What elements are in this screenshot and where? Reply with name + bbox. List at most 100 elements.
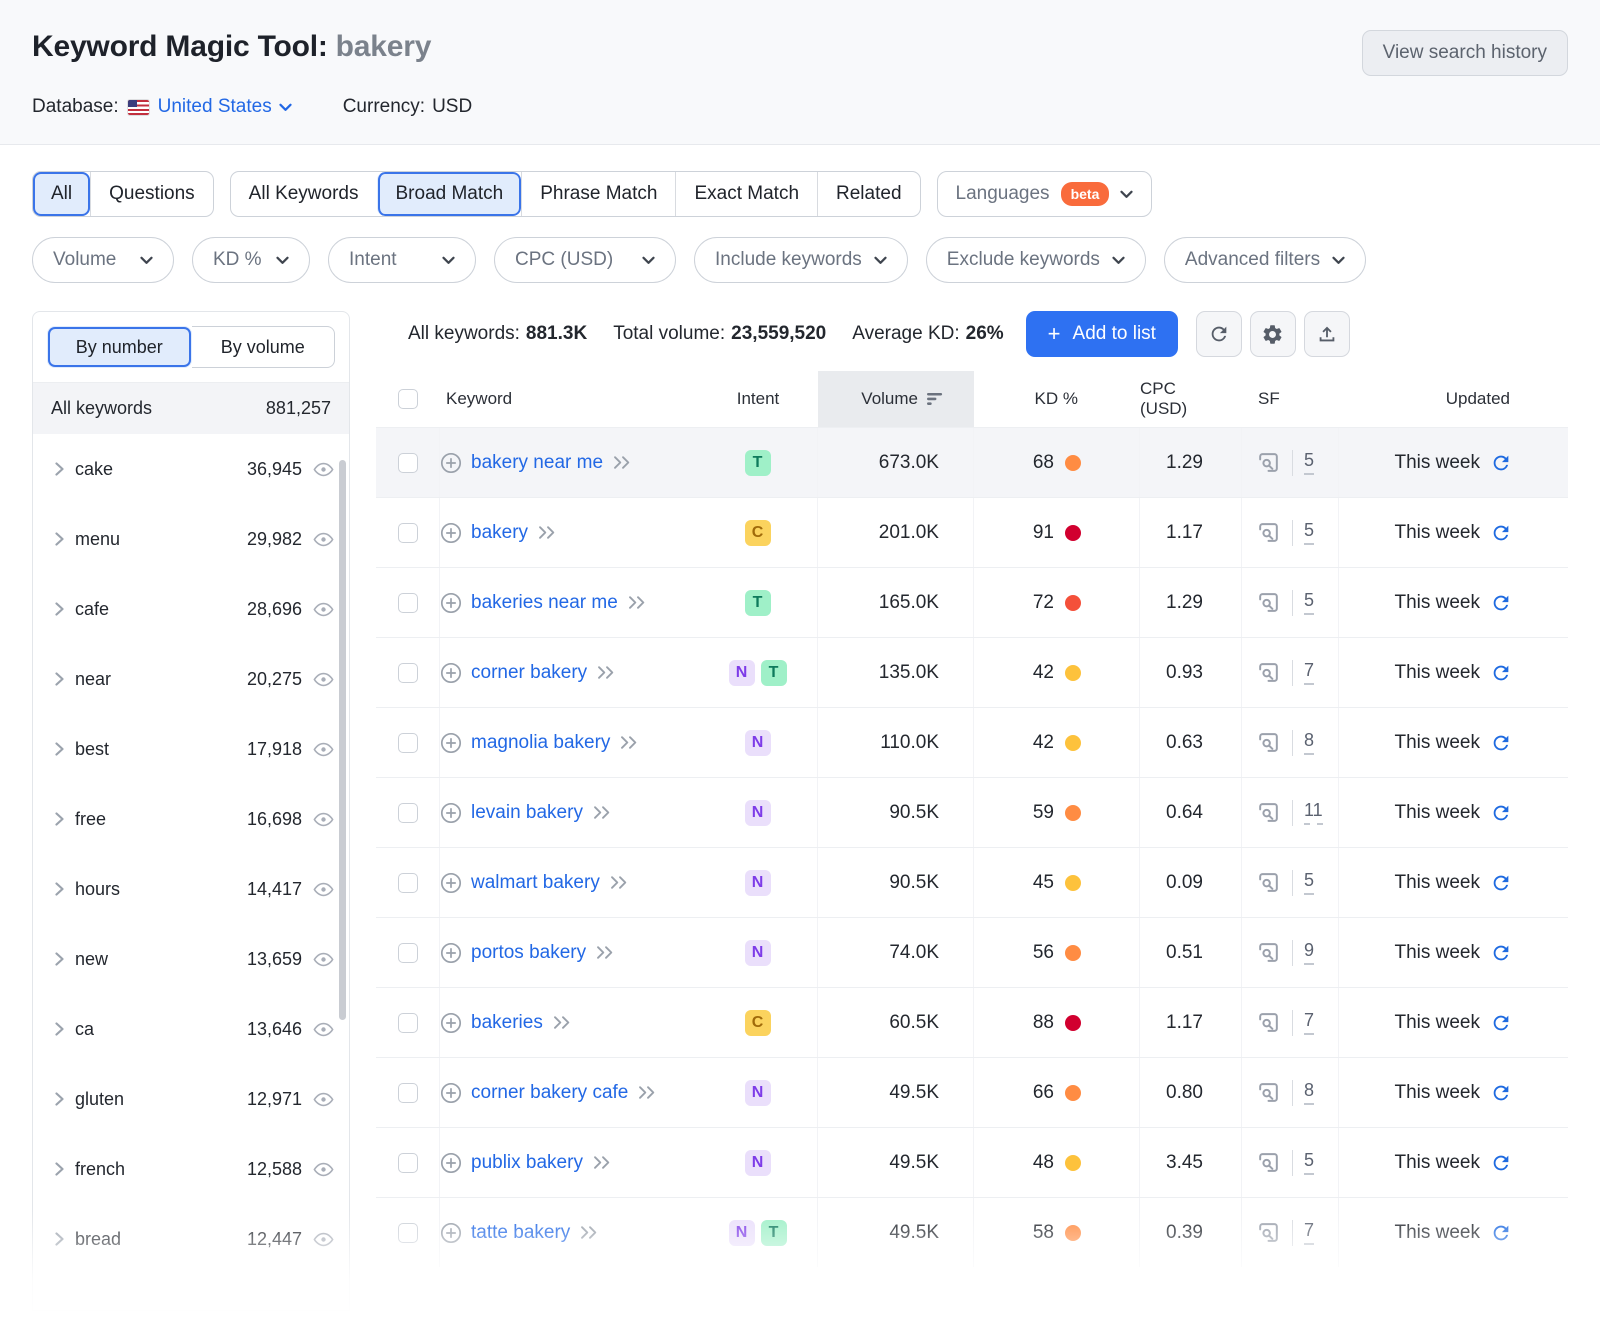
- expand-keyword-icon[interactable]: [596, 665, 617, 680]
- serp-features-icon[interactable]: [1256, 520, 1281, 545]
- add-keyword-icon[interactable]: [440, 522, 462, 544]
- sf-count-link[interactable]: 7: [1304, 1010, 1314, 1035]
- sf-count-link[interactable]: 9: [1304, 940, 1314, 965]
- keyword-link[interactable]: magnolia bakery: [471, 732, 610, 754]
- match-tab-questions[interactable]: Questions: [90, 172, 213, 216]
- refresh-metrics-icon[interactable]: [1490, 732, 1512, 754]
- add-keyword-icon[interactable]: [440, 592, 462, 614]
- by-number-tab[interactable]: By number: [47, 326, 192, 368]
- add-keyword-icon[interactable]: [440, 1152, 462, 1174]
- eye-icon[interactable]: [312, 878, 335, 901]
- serp-features-icon[interactable]: [1256, 1220, 1281, 1245]
- sf-count-link[interactable]: 5: [1304, 520, 1314, 545]
- sf-count-link[interactable]: 7: [1304, 1220, 1314, 1245]
- keyword-group-cake[interactable]: cake36,945: [33, 434, 349, 504]
- add-keyword-icon[interactable]: [440, 872, 462, 894]
- row-checkbox[interactable]: [398, 523, 418, 543]
- filter-advanced-filters[interactable]: Advanced filters: [1164, 237, 1366, 283]
- keyword-group-gluten[interactable]: gluten12,971: [33, 1064, 349, 1134]
- row-checkbox[interactable]: [398, 803, 418, 823]
- keyword-group-best[interactable]: best17,918: [33, 714, 349, 784]
- refresh-metrics-icon[interactable]: [1490, 802, 1512, 824]
- keyword-link[interactable]: bakeries: [471, 1012, 543, 1034]
- row-checkbox[interactable]: [398, 1013, 418, 1033]
- row-checkbox[interactable]: [398, 943, 418, 963]
- eye-icon[interactable]: [312, 1018, 335, 1041]
- eye-icon[interactable]: [312, 808, 335, 831]
- refresh-metrics-icon[interactable]: [1490, 1012, 1512, 1034]
- row-checkbox[interactable]: [398, 663, 418, 683]
- keyword-group-bread[interactable]: bread12,447: [33, 1204, 349, 1274]
- expand-keyword-icon[interactable]: [592, 805, 613, 820]
- expand-keyword-icon[interactable]: [595, 945, 616, 960]
- eye-icon[interactable]: [312, 598, 335, 621]
- keyword-link[interactable]: levain bakery: [471, 802, 583, 824]
- keyword-link[interactable]: bakery near me: [471, 452, 603, 474]
- refresh-metrics-icon[interactable]: [1490, 522, 1512, 544]
- sf-count-link[interactable]: 5: [1304, 870, 1314, 895]
- keyword-group-french[interactable]: french12,588: [33, 1134, 349, 1204]
- add-keyword-icon[interactable]: [440, 1222, 462, 1244]
- row-checkbox[interactable]: [398, 593, 418, 613]
- sf-count-link[interactable]: 8: [1304, 730, 1314, 755]
- keyword-link[interactable]: bakery: [471, 522, 528, 544]
- serp-features-icon[interactable]: [1256, 1080, 1281, 1105]
- add-keyword-icon[interactable]: [440, 662, 462, 684]
- sf-count-link[interactable]: 8: [1304, 1080, 1314, 1105]
- refresh-metrics-icon[interactable]: [1490, 942, 1512, 964]
- expand-keyword-icon[interactable]: [592, 1155, 613, 1170]
- filter-exclude-keywords[interactable]: Exclude keywords: [926, 237, 1146, 283]
- serp-features-icon[interactable]: [1256, 590, 1281, 615]
- keyword-link[interactable]: bakeries near me: [471, 592, 618, 614]
- keyword-group-ca[interactable]: ca13,646: [33, 994, 349, 1064]
- expand-keyword-icon[interactable]: [627, 595, 648, 610]
- eye-icon[interactable]: [312, 1158, 335, 1181]
- keyword-link[interactable]: corner bakery: [471, 662, 587, 684]
- filter-kd[interactable]: KD %: [192, 237, 310, 283]
- keyword-link[interactable]: tatte bakery: [471, 1222, 570, 1244]
- expand-keyword-icon[interactable]: [609, 875, 630, 890]
- refresh-metrics-icon[interactable]: [1490, 1082, 1512, 1104]
- add-keyword-icon[interactable]: [440, 452, 462, 474]
- match-tab-exact-match[interactable]: Exact Match: [675, 172, 817, 216]
- keyword-link[interactable]: corner bakery cafe: [471, 1082, 628, 1104]
- row-checkbox[interactable]: [398, 453, 418, 473]
- sf-count-link[interactable]: 5: [1304, 450, 1314, 475]
- row-checkbox[interactable]: [398, 733, 418, 753]
- eye-icon[interactable]: [312, 668, 335, 691]
- filter-volume[interactable]: Volume: [32, 237, 174, 283]
- sf-count-link[interactable]: 5: [1304, 1150, 1314, 1175]
- keyword-group-cafe[interactable]: cafe28,696: [33, 574, 349, 644]
- eye-icon[interactable]: [312, 458, 335, 481]
- refresh-metrics-icon[interactable]: [1490, 592, 1512, 614]
- eye-icon[interactable]: [312, 1228, 335, 1251]
- view-search-history-button[interactable]: View search history: [1362, 30, 1568, 76]
- column-volume-sort[interactable]: Volume: [818, 371, 974, 427]
- keyword-link[interactable]: walmart bakery: [471, 872, 600, 894]
- expand-keyword-icon[interactable]: [579, 1225, 600, 1240]
- filter-intent[interactable]: Intent: [328, 237, 476, 283]
- add-keyword-icon[interactable]: [440, 732, 462, 754]
- eye-icon[interactable]: [312, 738, 335, 761]
- serp-features-icon[interactable]: [1256, 940, 1281, 965]
- serp-features-icon[interactable]: [1256, 1010, 1281, 1035]
- row-checkbox[interactable]: [398, 1083, 418, 1103]
- settings-button[interactable]: [1250, 311, 1296, 357]
- expand-keyword-icon[interactable]: [537, 525, 558, 540]
- serp-features-icon[interactable]: [1256, 450, 1281, 475]
- sf-count-link[interactable]: 5: [1304, 590, 1314, 615]
- keyword-group-near[interactable]: near20,275: [33, 644, 349, 714]
- keyword-link[interactable]: publix bakery: [471, 1152, 583, 1174]
- eye-icon[interactable]: [312, 948, 335, 971]
- by-volume-tab[interactable]: By volume: [192, 326, 336, 368]
- serp-features-icon[interactable]: [1256, 870, 1281, 895]
- eye-icon[interactable]: [312, 528, 335, 551]
- add-keyword-icon[interactable]: [440, 802, 462, 824]
- keyword-link[interactable]: portos bakery: [471, 942, 586, 964]
- languages-dropdown[interactable]: Languages beta: [937, 171, 1153, 217]
- sidebar-scrollbar[interactable]: [339, 460, 346, 1020]
- sf-count-link[interactable]: 7: [1304, 660, 1314, 685]
- keyword-group-free[interactable]: free16,698: [33, 784, 349, 854]
- add-keyword-icon[interactable]: [440, 1082, 462, 1104]
- refresh-button[interactable]: [1196, 311, 1242, 357]
